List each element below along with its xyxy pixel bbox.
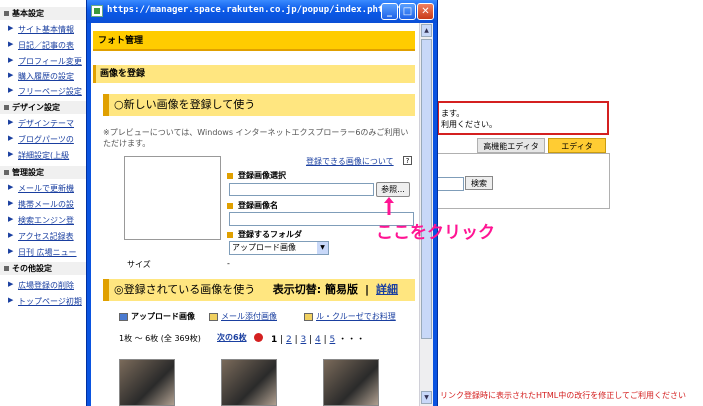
bullet-icon (227, 202, 233, 209)
section-title: その他設定 (12, 264, 52, 273)
sidebar-link[interactable]: ▶ 日刊 広場ニュー (8, 247, 77, 258)
sidebar-link[interactable]: ▶ 購入履歴の設定 (8, 71, 74, 82)
sidebar-link[interactable]: ▶ フリーページ設定 (8, 86, 82, 97)
display-detail-link[interactable]: 詳細 (376, 283, 398, 296)
annotation-arrow-icon (384, 197, 394, 215)
title-bar[interactable]: https://manager.space.rakuten.co.jp/popu… (87, 0, 437, 23)
sidebar-section-basic: 基本設定 (0, 7, 86, 20)
size-value: - (227, 259, 230, 268)
sidebar-link[interactable]: ▶ アクセス記録表 (8, 231, 74, 242)
tab-editor[interactable]: エディタ (548, 138, 606, 153)
folder-tab-cooking[interactable]: ル・クルーゼでお料理 (304, 311, 396, 322)
sidebar-link[interactable]: ▶ メールで更新機 (8, 183, 74, 194)
bottom-notice: リンク登録時に表示されたHTML中の改行を修正してご利用ください (440, 391, 687, 400)
maximize-button[interactable]: □ (399, 3, 416, 20)
vertical-scrollbar[interactable]: ▲ ▼ (419, 23, 433, 406)
label-folder: 登録するフォルダ (227, 229, 302, 240)
section-header-register: 画像を登録 (93, 65, 415, 83)
next-arrow-icon[interactable] (254, 333, 263, 342)
next-page-link[interactable]: 次の6枚 (217, 332, 247, 343)
label-file: 登録画像選択 (227, 170, 286, 181)
scroll-down-icon[interactable]: ▼ (421, 391, 432, 404)
help-icon[interactable]: ? (403, 156, 412, 165)
image-count: 1枚 ～ 6枚 (全 369枚) (119, 334, 201, 343)
sidebar-link[interactable]: ▶ プロフィール変更 (8, 56, 82, 67)
bullet-icon (227, 231, 233, 238)
mail-icon (209, 312, 218, 321)
page-link[interactable]: 2 (286, 335, 292, 345)
tab-advanced-editor[interactable]: 高機能エディタ (477, 138, 545, 153)
section-title: 基本設定 (12, 9, 44, 18)
page-link[interactable]: 3 (301, 335, 307, 345)
section-title: デザイン設定 (12, 103, 60, 112)
photo-thumbnail[interactable] (323, 359, 379, 406)
pagination: 1 | 2 | 3 | 4 | 5 ・・・ (271, 335, 366, 345)
pages-more: ・・・ (338, 335, 366, 345)
folder-icon (304, 312, 313, 321)
display-toggle-label: 表示切替: 簡易版 (272, 283, 358, 296)
sidebar-section-design: デザイン設定 (0, 101, 86, 114)
radio-new-image[interactable]: ○新しい画像を登録して使う (103, 94, 415, 116)
page-link[interactable]: 5 (330, 335, 336, 345)
page-title: フォト管理 (93, 31, 415, 51)
page-icon (91, 5, 103, 17)
sidebar-link[interactable]: ▶ トップページ初期 (8, 296, 82, 307)
close-button[interactable]: ✕ (417, 3, 434, 20)
photo-thumbnail[interactable] (119, 359, 175, 406)
registrable-images-link[interactable]: 登録できる画像について (306, 156, 394, 167)
page-link[interactable]: 4 (315, 335, 321, 345)
chevron-down-icon: ▼ (317, 242, 328, 254)
bullet-icon (227, 172, 233, 179)
search-input[interactable] (437, 177, 464, 191)
size-label: サイズ (127, 260, 151, 269)
file-path-input[interactable] (229, 183, 374, 196)
scroll-thumb[interactable] (421, 39, 432, 339)
photo-thumbnail[interactable] (221, 359, 277, 406)
folder-select[interactable]: アップロード画像 ▼ (229, 241, 329, 255)
sidebar-section-other: その他設定 (0, 262, 86, 275)
sidebar-link[interactable]: ▶ 日記／記事の表 (8, 40, 74, 51)
radio-existing-label: ◎登録されている画像を使う (114, 283, 256, 296)
folder-tab-upload[interactable]: アップロード画像 (119, 311, 195, 322)
page-current: 1 (271, 335, 278, 345)
sidebar-section-admin: 管理設定 (0, 166, 86, 179)
popup-content: フォト管理 画像を登録 ○新しい画像を登録して使う ※プレビューについては、Wi… (91, 23, 419, 406)
browse-button[interactable]: 参照... (376, 182, 410, 197)
display-separator: | (365, 283, 370, 296)
error-message-box: ます。 利用ください。 (437, 101, 609, 135)
error-text: ます。 (441, 109, 465, 118)
sidebar-link[interactable]: ▶ 広場登録の削除 (8, 280, 74, 291)
window-title: https://manager.space.rakuten.co.jp/popu… (107, 5, 427, 15)
search-button[interactable]: 検索 (465, 176, 493, 190)
folder-icon (119, 312, 128, 321)
annotation-click-here: ここをクリック (376, 223, 495, 243)
sidebar-link[interactable]: ▶ サイト基本情報 (8, 24, 74, 35)
image-preview-box (124, 156, 221, 240)
sidebar-link[interactable]: ▶ 携帯メールの設 (8, 199, 74, 210)
scroll-up-icon[interactable]: ▲ (421, 24, 432, 37)
settings-sidebar: 基本設定 ▶ サイト基本情報 ▶ 日記／記事の表 ▶ プロフィール変更 ▶ 購入履歴の設… (0, 0, 87, 406)
error-text: 利用ください。 (441, 120, 497, 129)
section-title: 管理設定 (12, 168, 44, 177)
preview-note: ※プレビューについては、Windows インターネットエクスプローラー6のみご利… (103, 128, 409, 148)
sidebar-link[interactable]: ▶ 詳細設定(上級 (8, 150, 69, 161)
sidebar-link[interactable]: ▶ ブログパーツの (8, 134, 74, 145)
sidebar-link[interactable]: ▶ 検索エンジン登 (8, 215, 74, 226)
label-name: 登録画像名 (227, 200, 278, 211)
sidebar-link[interactable]: ▶ デザインテーマ (8, 118, 74, 129)
radio-existing-image[interactable]: ◎登録されている画像を使う 表示切替: 簡易版 | 詳細 (103, 279, 415, 301)
minimize-button[interactable]: _ (381, 3, 398, 20)
folder-tab-mail[interactable]: メール添付画像 (209, 311, 277, 322)
